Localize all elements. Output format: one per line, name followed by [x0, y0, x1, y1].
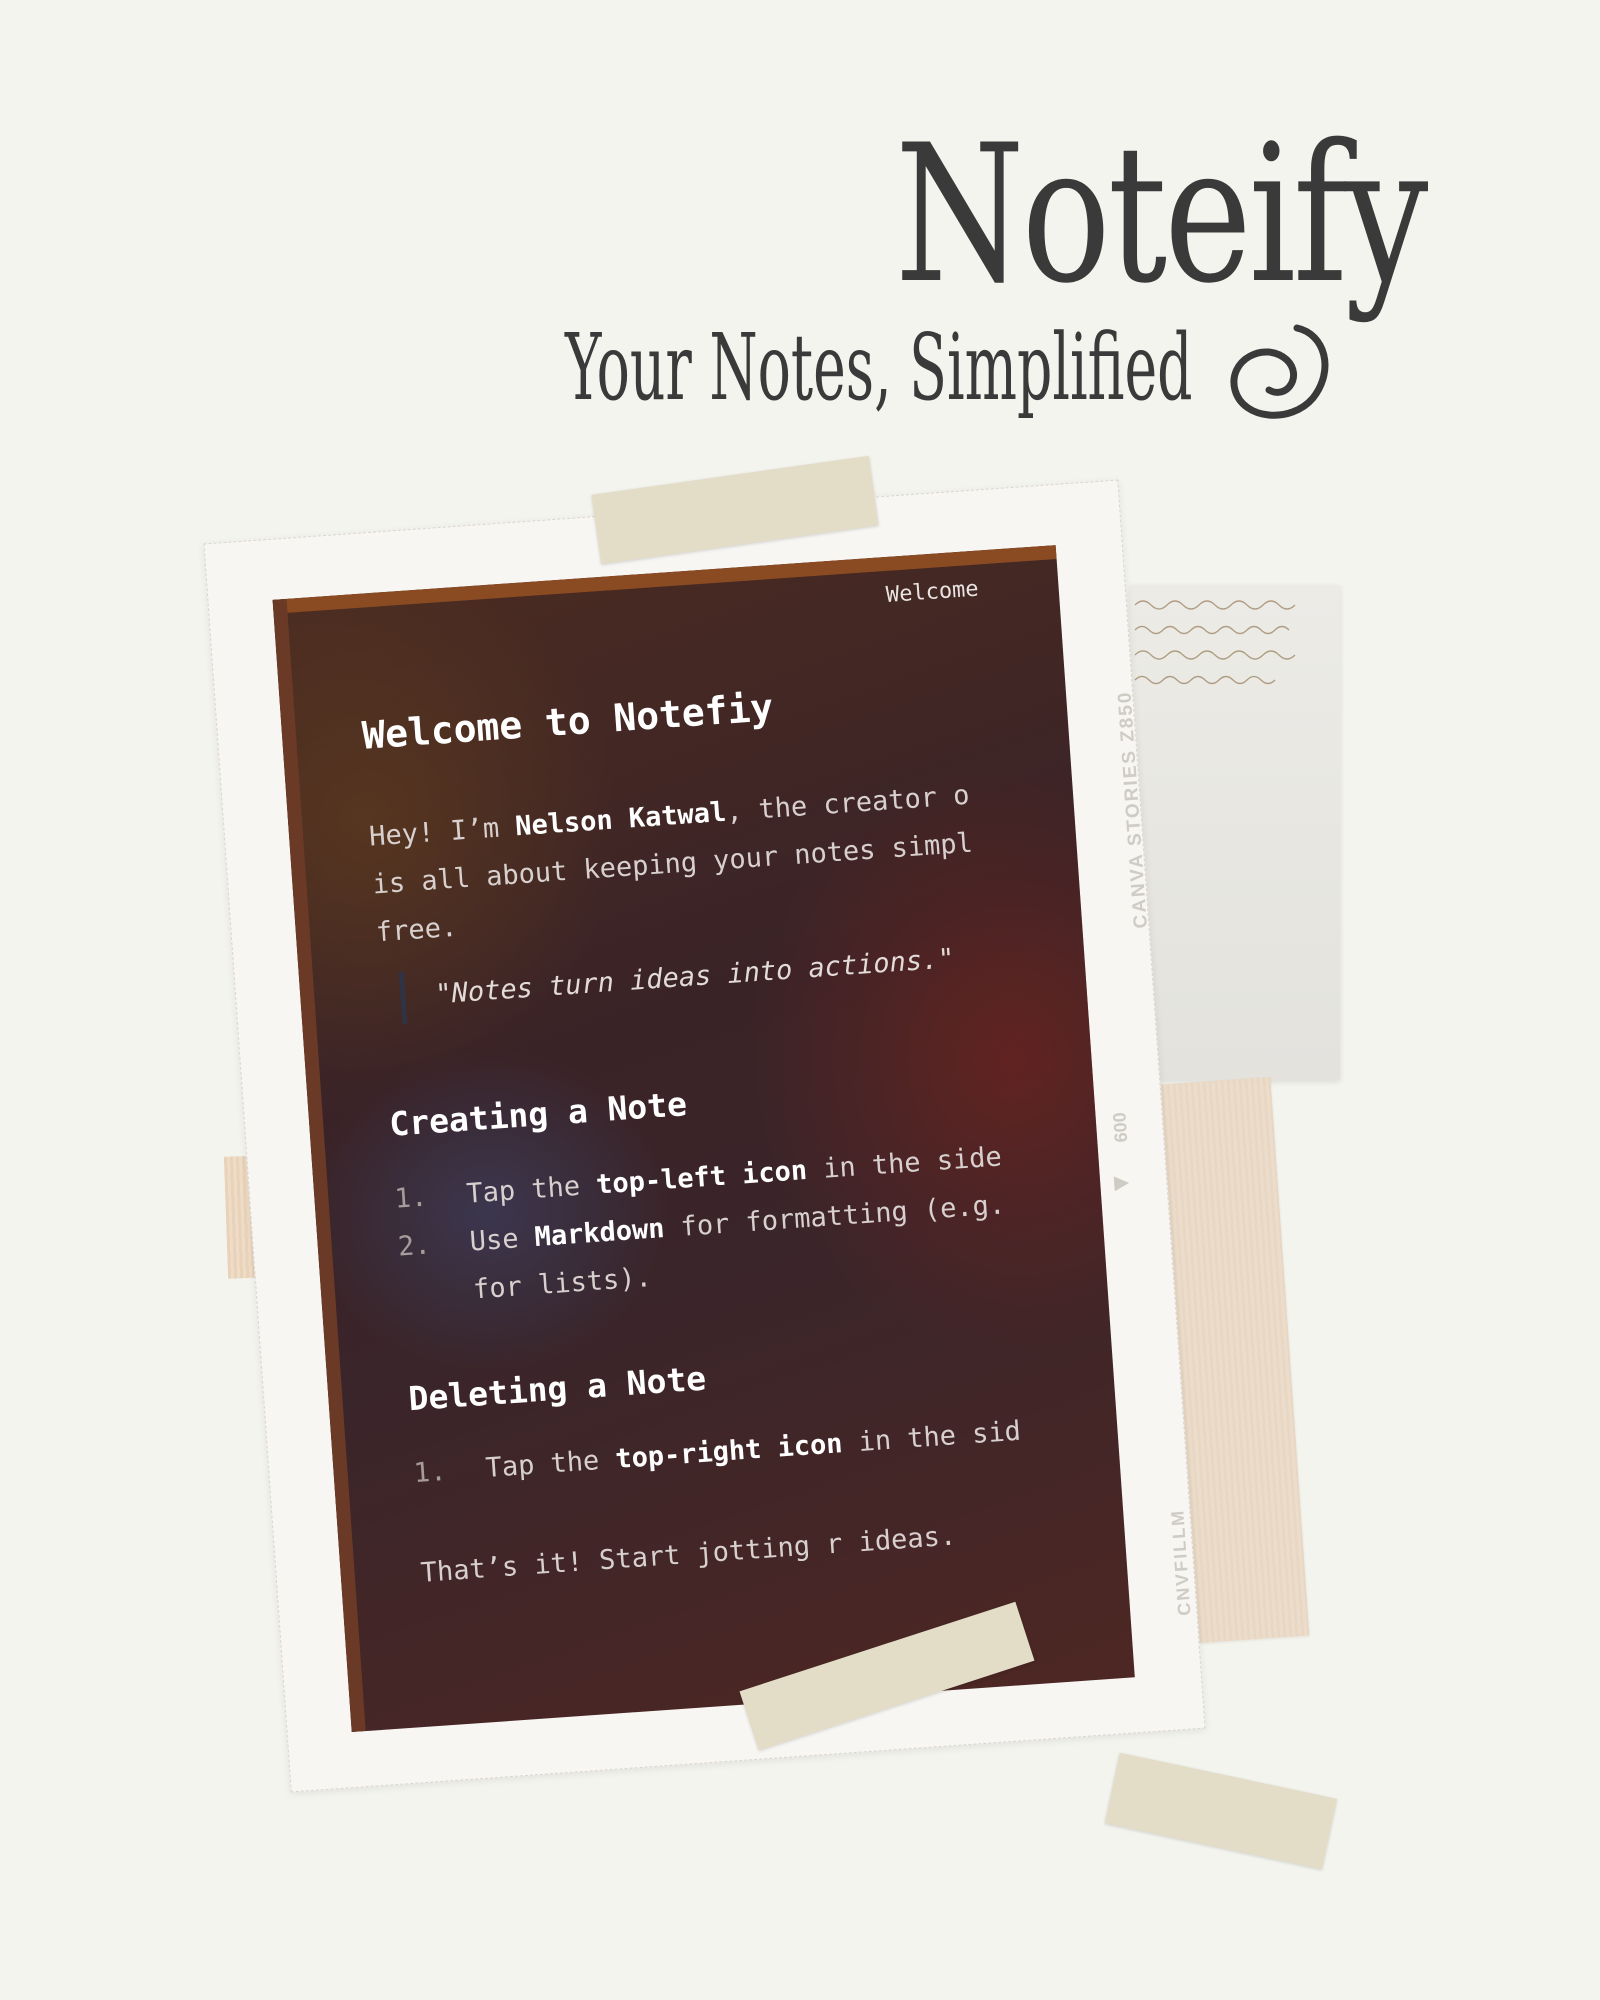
section-heading-delete: Deleting a Note: [407, 1358, 708, 1419]
handwriting-scribble-icon: [1134, 600, 1296, 685]
list-text: in the sid: [841, 1415, 1022, 1460]
section-heading-create: Creating a Note: [388, 1084, 689, 1144]
author-name: Nelson Katwal: [514, 796, 728, 843]
tagline: Your Notes, Simplified: [565, 314, 1193, 421]
list-item: 1. Tap the top-right icon in the sid: [412, 1397, 1135, 1498]
film-code-label: CNVFILLM: [1167, 1508, 1195, 1617]
list-number: 2.: [396, 1229, 432, 1263]
intro-text: , the creator o: [725, 779, 971, 828]
note-content[interactable]: Welcome to Notefiy Hey! I’m Nelson Katwa…: [361, 661, 1135, 1589]
outro-text: That’s it! Start jotting r ideas.: [419, 1520, 958, 1589]
list-emphasis: top-right icon: [614, 1428, 844, 1475]
create-steps-list: 1. Tap the top-left icon in the side 2. Us…: [393, 1123, 1135, 1320]
handwritten-paper-note: [1130, 585, 1340, 1080]
list-number: 1.: [393, 1181, 429, 1215]
tab-welcome[interactable]: Welcome: [885, 577, 979, 608]
list-text: Tap the: [484, 1444, 617, 1485]
poster: Noteify Your Notes, Simplified CANVA STO…: [0, 0, 1600, 2000]
film-frame: CANVA STORIES Z850 009 009 CNVFILLM ▶ ▶ …: [203, 479, 1206, 1793]
delete-steps-list: 1. Tap the top-right icon in the sid: [412, 1397, 1135, 1498]
tape-stray: [1104, 1752, 1338, 1870]
list-emphasis: top-left icon: [595, 1154, 809, 1201]
list-text: in the side: [805, 1141, 1003, 1186]
intro-text: Hey! I’m: [368, 811, 517, 853]
film-frame-number-right: 009: [1108, 1111, 1131, 1144]
list-text: Use: [468, 1222, 536, 1258]
app-screen: Welcome Welcome to Notefiy Hey! I’m Nels…: [272, 545, 1135, 1733]
brand-title: Noteify: [895, 104, 1428, 325]
list-emphasis: Markdown: [533, 1213, 666, 1254]
list-text: Tap the: [465, 1169, 598, 1210]
swash-flourish: [1230, 324, 1329, 419]
list-number: 1.: [412, 1455, 448, 1490]
film-arrow-icon: ▶: [1113, 1171, 1129, 1193]
note-title: Welcome to Notefiy: [360, 685, 775, 758]
